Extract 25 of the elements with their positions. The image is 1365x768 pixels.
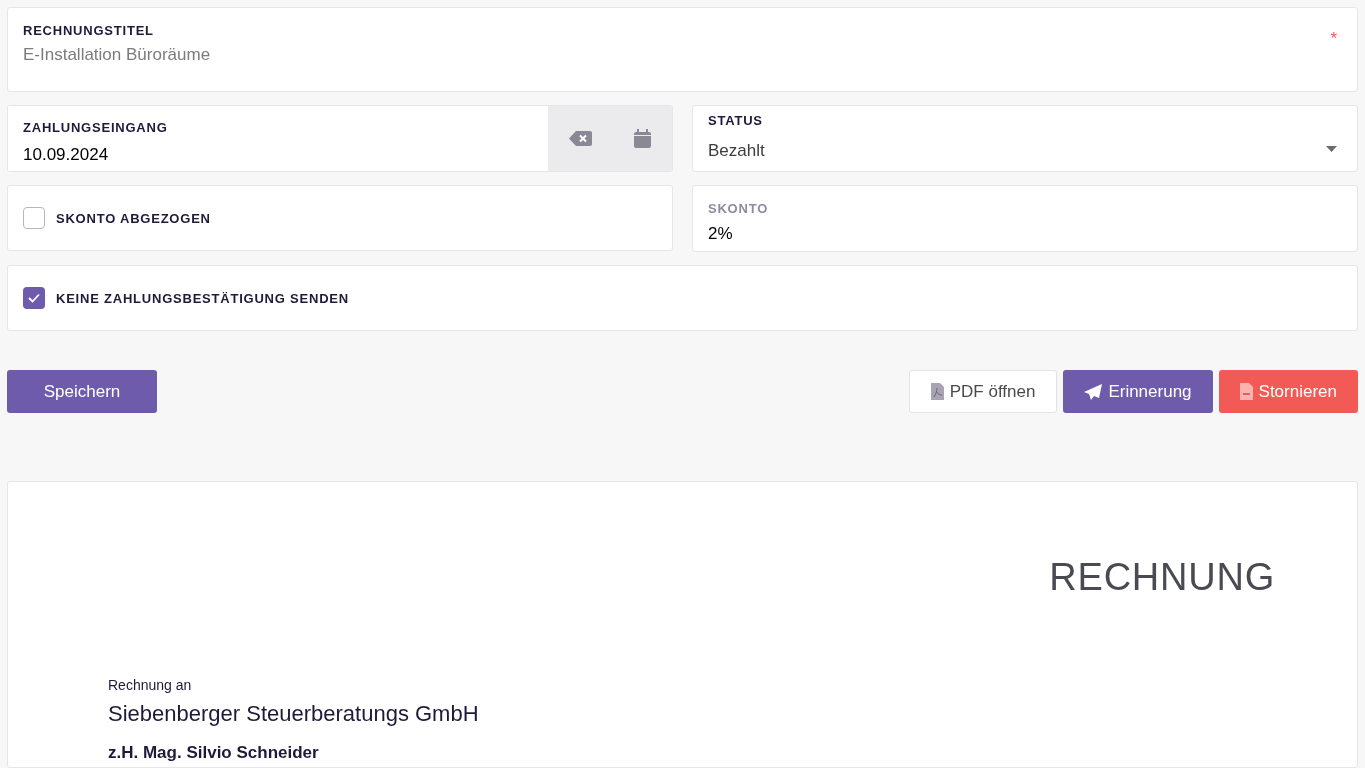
- discount-field[interactable]: SKONTO 2%: [692, 185, 1358, 252]
- action-button[interactable]: Erinnerung: [1063, 370, 1213, 413]
- save-button[interactable]: Speichern: [7, 370, 157, 413]
- checkbox-label: KEINE ZAHLUNGSBESTÄTIGUNG SENDEN: [56, 291, 349, 305]
- pdf-file-icon: [930, 383, 944, 400]
- recipient-label: Rechnung an: [108, 678, 193, 692]
- title-input[interactable]: E-Installation Büroräume: [23, 42, 623, 68]
- contact-name: z.H. Mag. Silvio Schneider: [108, 744, 320, 761]
- checkmark-icon: [28, 293, 40, 303]
- action-button[interactable]: PDF öffnen: [908, 370, 1058, 413]
- field-value: 2%: [708, 223, 733, 245]
- required-mark: *: [1330, 28, 1337, 50]
- file-minus-icon: [1239, 383, 1253, 400]
- field-label: SKONTO: [708, 202, 769, 215]
- checkbox[interactable]: [23, 207, 45, 229]
- paper-plane-icon: [1084, 383, 1103, 400]
- checkbox-label: SKONTO ABGEZOGEN: [56, 211, 211, 225]
- checkbox[interactable]: [23, 287, 45, 309]
- field-label: STATUS: [708, 114, 764, 127]
- field-label: RECHNUNGSTITEL: [23, 24, 154, 37]
- select-value: Bezahlt: [708, 140, 765, 162]
- document-heading: RECHNUNG: [1049, 558, 1275, 596]
- company-name: Siebenberger Steuerberatungs GmbH: [108, 703, 480, 725]
- caret-icon: [1326, 146, 1337, 152]
- status-select[interactable]: STATUS Bezahlt: [692, 105, 1358, 172]
